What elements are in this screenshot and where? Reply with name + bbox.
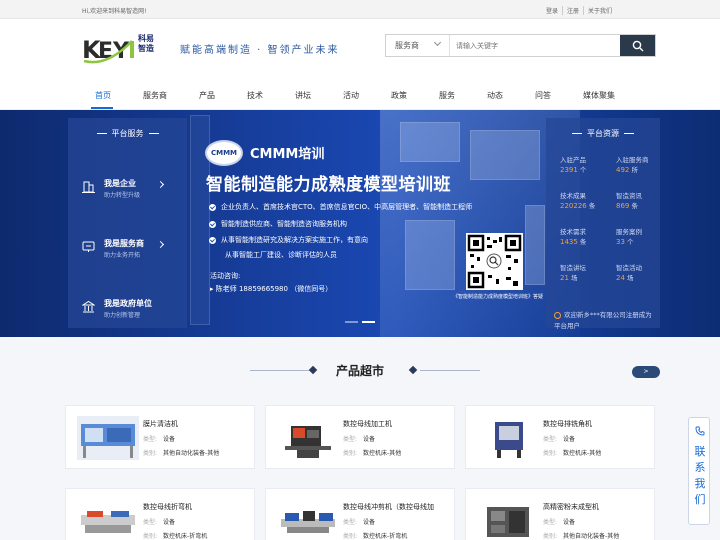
- carousel-dot[interactable]: [362, 321, 375, 323]
- product-card[interactable]: 数控母线折弯机 类型: 设备 类别: 数控机床-折弯机: [65, 488, 255, 540]
- platform-services-panel: 平台服务 我是企业 助力转型升级 我是服务商 助力业务开拓 我是政府单位 助力创…: [68, 118, 187, 328]
- search-input[interactable]: [450, 35, 620, 56]
- banner-photo: [525, 205, 545, 285]
- stat-news[interactable]: 智造资讯 869 条: [616, 190, 642, 210]
- nav-item-media[interactable]: 媒体聚集: [583, 90, 615, 101]
- search-button[interactable]: [620, 35, 655, 56]
- panel-title: 平台资源: [546, 128, 660, 139]
- service-enterprise[interactable]: 我是企业 助力转型升级: [82, 178, 182, 204]
- service-provider[interactable]: 我是服务商 助力业务开拓: [82, 238, 182, 264]
- handshake-icon: [82, 241, 95, 252]
- product-image: [477, 416, 539, 460]
- product-image: [277, 499, 339, 540]
- stat-achievements[interactable]: 技术成果 220226 条: [560, 190, 595, 210]
- welcome-text: Hi,欢迎来到科易智造网!: [82, 8, 147, 15]
- chevron-down-icon: [433, 38, 442, 47]
- check-circle-icon: [209, 236, 216, 244]
- banner-title: 智能制造能力成熟度模型培训班: [206, 175, 451, 195]
- section-title: 产品超市: [335, 364, 384, 378]
- product-image: [77, 416, 139, 460]
- banner-photo: [405, 220, 455, 290]
- new-user-notice: 欢迎新乡***有限公司注册成为平台用户: [554, 311, 652, 330]
- nav-active-indicator: [91, 107, 113, 109]
- platform-resources-panel: 平台资源 入驻产品 2391 个 入驻服务商 492 所 技术成果 220226 条 …: [546, 118, 660, 330]
- cmmm-logo: CMMM: [205, 140, 243, 166]
- nav-item-forum[interactable]: 讲坛: [295, 90, 311, 101]
- banner-bullet: 企业负责人、首席技术官CTO、首席信息官CIO、中高层管理者、智能制造工程师: [209, 202, 472, 212]
- hero-banner[interactable]: 平台服务 我是企业 助力转型升级 我是服务商 助力业务开拓 我是政府单位 助力创…: [0, 110, 720, 337]
- nav-item-tech[interactable]: 技术: [247, 90, 263, 101]
- check-circle-icon: [209, 203, 216, 211]
- stat-cases[interactable]: 服务案例 33 个: [616, 226, 642, 246]
- top-bar: Hi,欢迎来到科易智造网! 登录 注册 关于我们: [0, 0, 720, 19]
- nav-item-policy[interactable]: 政策: [391, 90, 407, 101]
- product-card[interactable]: 高精密粉末成型机 类型: 设备 类别: 其他自动化装备-其他: [465, 488, 655, 540]
- qr-caption: 《智能制造能力成熟度模型培训班》答疑: [453, 294, 544, 300]
- nav-item-events[interactable]: 活动: [343, 90, 359, 101]
- bell-icon: [554, 311, 561, 319]
- header: K E Y 科易 智造 赋能高端制造 · 智领产业未来 服务商: [0, 19, 720, 79]
- service-government[interactable]: 我是政府单位 助力创新管理: [82, 298, 182, 324]
- stat-events[interactable]: 智造活动 24 场: [616, 262, 642, 282]
- section-divider: [420, 370, 480, 371]
- carousel-dots: [345, 321, 375, 323]
- nav-item-news[interactable]: 动态: [487, 90, 503, 101]
- floating-contact-button[interactable]: 联系我们: [688, 417, 710, 525]
- government-icon: [82, 300, 95, 313]
- login-link[interactable]: 登录: [542, 6, 562, 15]
- search-category-select[interactable]: 服务商: [386, 35, 450, 56]
- stat-demands[interactable]: 技术需求 1435 条: [560, 226, 586, 246]
- stat-forums[interactable]: 智造讲坛 21 场: [560, 262, 586, 282]
- main-nav: 首页 服务商 产品 技术 讲坛 活动 政策 服务 动态 问答 媒体聚集: [0, 79, 720, 110]
- building-icon: [82, 181, 95, 193]
- product-card[interactable]: 数控母线加工机 类型: 设备 类别: 数控机床-其他: [265, 405, 455, 469]
- contact-us-label: 联系我们: [694, 445, 706, 506]
- nav-item-providers[interactable]: 服务商: [143, 90, 167, 101]
- panel-title: 平台服务: [68, 128, 187, 139]
- nav-item-products[interactable]: 产品: [199, 90, 215, 101]
- search-icon: [632, 40, 643, 51]
- stat-products[interactable]: 入驻产品 2391 个: [560, 154, 586, 174]
- product-card[interactable]: 数控母线冲剪机（数控母线加 类型: 设备 类别: 数控机床-折弯机: [265, 488, 455, 540]
- contact-info: ▸ 陈老师 18859665980 （微信同号）: [210, 285, 333, 293]
- banner-bullet-cont: 从事智能工厂建设、诊断评估的人员: [225, 251, 337, 259]
- product-image: [77, 499, 139, 540]
- phone-icon: [695, 426, 705, 436]
- nav-item-home[interactable]: 首页: [95, 90, 111, 101]
- search-bar: 服务商: [385, 34, 656, 57]
- contact-label: 活动咨询:: [210, 272, 241, 280]
- product-card[interactable]: 膜片清洁机 类型: 设备 类别: 其他自动化装备-其他: [65, 405, 255, 469]
- product-card[interactable]: 数控母排铣角机 类型: 设备 类别: 数控机床-其他: [465, 405, 655, 469]
- slogan: 赋能高端制造 · 智领产业未来: [180, 45, 340, 56]
- carousel-dot[interactable]: [345, 321, 358, 323]
- check-circle-icon: [209, 220, 216, 228]
- chevron-right-icon: [156, 180, 165, 189]
- stat-providers[interactable]: 入驻服务商 492 所: [616, 154, 649, 174]
- top-links: 登录 注册 关于我们: [542, 6, 616, 15]
- section-more-button[interactable]: >: [632, 366, 660, 378]
- nav-item-qa[interactable]: 问答: [535, 90, 551, 101]
- nav-item-service[interactable]: 服务: [439, 90, 455, 101]
- banner-bullet: 智能制造供应商、智能制造咨询服务机构: [209, 219, 347, 229]
- product-image: [477, 499, 539, 540]
- about-link[interactable]: 关于我们: [582, 6, 616, 15]
- product-image: [277, 416, 339, 460]
- qr-code: [466, 233, 523, 290]
- register-link[interactable]: 注册: [561, 6, 583, 15]
- chevron-right-icon: [156, 240, 165, 249]
- banner-bullet: 从事智能制造研究及解决方案实施工作，有意向: [209, 235, 368, 245]
- logo-text: 科易 智造: [138, 34, 154, 53]
- banner-heading: CMMM培训: [250, 147, 325, 162]
- banner-photo: [400, 122, 460, 162]
- banner-photo: [470, 130, 540, 180]
